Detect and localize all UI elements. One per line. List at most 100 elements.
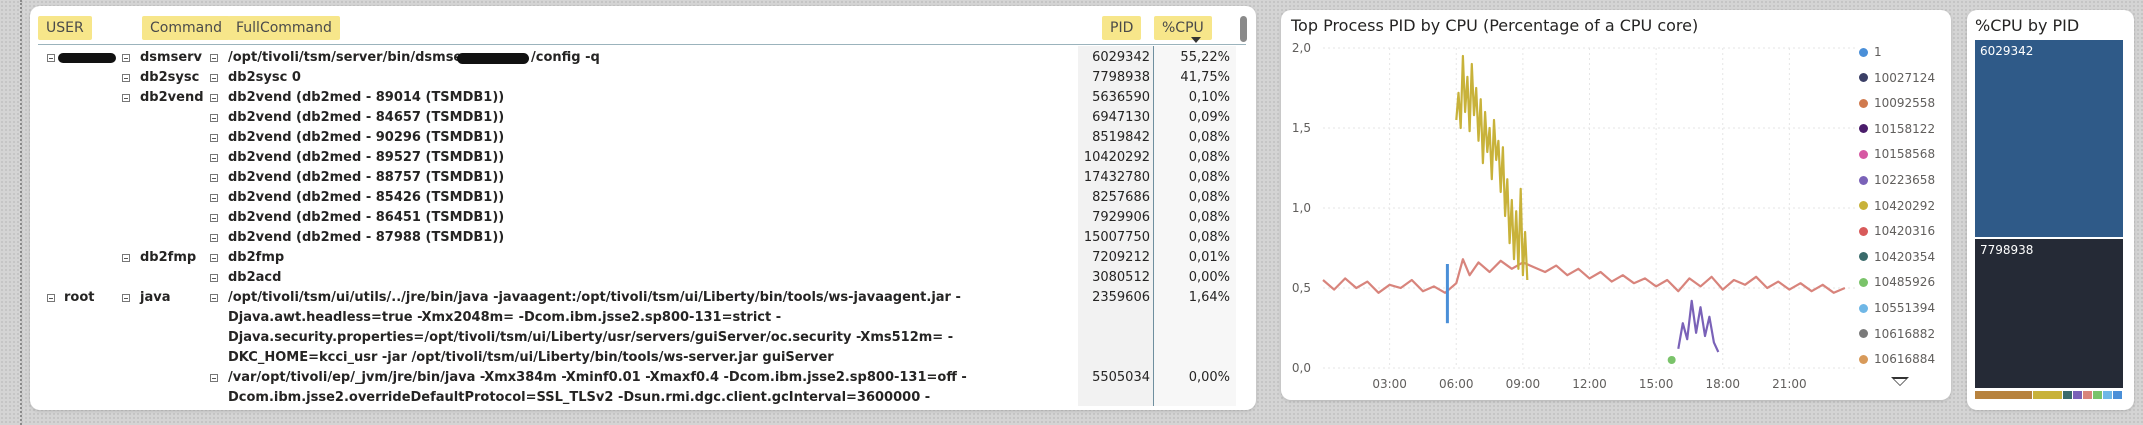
legend-scroll-down-icon[interactable] (1891, 377, 1909, 386)
y-tick-label: 0,0 (1292, 361, 1311, 375)
treemap-small-tile[interactable] (2103, 391, 2112, 399)
treemap-small-tile[interactable] (2073, 391, 2082, 399)
expand-collapse-icon[interactable] (210, 214, 218, 222)
fullcommand-cell: db2vend (db2med - 89014 (TSMDB1)) (228, 90, 505, 105)
column-header-cpu[interactable]: %CPU (1154, 14, 1212, 42)
treemap-small-tile[interactable] (2033, 391, 2062, 399)
treemap-tile[interactable]: 6029342 (1975, 40, 2123, 237)
legend-marker-icon (1859, 329, 1868, 339)
legend-marker-icon (1859, 73, 1868, 83)
vertical-scrollbar[interactable] (1238, 12, 1250, 402)
sort-descending-icon[interactable] (1191, 37, 1201, 43)
scrollbar-thumb[interactable] (1240, 16, 1247, 42)
table-row[interactable]: db2sysc db2sysc 0 7798938 41,75% (30, 68, 1236, 88)
expand-collapse-icon[interactable] (210, 154, 218, 162)
treemap-small-tile[interactable] (1975, 391, 2032, 399)
legend-item[interactable]: 10485926 (1859, 272, 1935, 292)
x-tick-label: 09:00 (1506, 377, 1541, 391)
x-tick-label: 15:00 (1639, 377, 1674, 391)
table-row[interactable]: db2vend (db2med - 89527 (TSMDB1)) 1042029… (30, 148, 1236, 168)
table-row[interactable]: db2vend (db2med - 90296 (TSMDB1)) 8519842… (30, 128, 1236, 148)
expand-collapse-icon[interactable] (47, 54, 55, 62)
legend-marker-icon (1859, 277, 1868, 287)
table-row[interactable]: db2vend (db2med - 85426 (TSMDB1)) 8257686… (30, 188, 1236, 208)
legend-label: 10223658 (1874, 173, 1936, 187)
legend-item[interactable]: 10420316 (1859, 221, 1935, 241)
legend-item[interactable]: 10420292 (1859, 196, 1935, 216)
table-row[interactable]: dsmserv/opt/tivoli/tsm/server/bin/dsmser… (30, 48, 1236, 68)
fullcommand-cell: /opt/tivoli/tsm/ui/utils/../jre/bin/java… (228, 290, 961, 365)
canvas-guide-line (20, 0, 22, 425)
legend-item[interactable]: 10027124 (1859, 68, 1935, 88)
table-row[interactable]: db2fmp db2fmp 7209212 0,01% (30, 248, 1236, 268)
treemap-small-tile[interactable] (2063, 391, 2072, 399)
legend-item[interactable]: 10158568 (1859, 144, 1935, 164)
table-row[interactable]: db2acd 3080512 0,00% (30, 268, 1236, 288)
table-row[interactable]: db2vend (db2med - 88757 (TSMDB1)) 1743278… (30, 168, 1236, 188)
legend-item[interactable]: 10223658 (1859, 170, 1935, 190)
treemap-small-tile[interactable] (2093, 391, 2102, 399)
y-tick-label: 1,5 (1292, 121, 1311, 135)
legend-item[interactable]: 10420354 (1859, 247, 1935, 267)
treemap-tile-label: 6029342 (1980, 44, 2034, 58)
treemap-small-tile[interactable] (2083, 391, 2092, 399)
column-header-fullcommand[interactable]: FullCommand (228, 14, 340, 42)
treemap-small-tile[interactable] (2113, 391, 2122, 399)
expand-collapse-icon[interactable] (210, 194, 218, 202)
table-row[interactable]: db2vend (db2med - 87988 (TSMDB1)) 1500775… (30, 228, 1236, 248)
y-tick-label: 2,0 (1292, 41, 1311, 55)
fullcommand-cell: db2vend (db2med - 84657 (TSMDB1)) (228, 110, 505, 125)
expand-collapse-icon[interactable] (210, 94, 218, 102)
column-header-user[interactable]: USER (38, 14, 92, 42)
fullcommand-cell: db2fmp (228, 250, 285, 265)
legend-item[interactable]: 10092558 (1859, 93, 1935, 113)
expand-collapse-icon[interactable] (210, 254, 218, 262)
legend-item[interactable]: 10616884 (1859, 349, 1935, 369)
expand-collapse-icon[interactable] (122, 254, 130, 262)
legend-marker-icon (1859, 303, 1868, 313)
command-cell: dsmserv (140, 50, 203, 65)
expand-collapse-icon[interactable] (210, 234, 218, 242)
table-row[interactable]: db2vend (db2med - 84657 (TSMDB1)) 6947130… (30, 108, 1236, 128)
column-header-pid[interactable]: PID (1102, 14, 1142, 42)
cpu-cell: 0,08% (1188, 210, 1230, 225)
expand-collapse-icon[interactable] (122, 294, 130, 302)
expand-collapse-icon[interactable] (47, 294, 55, 302)
legend-item[interactable]: 10616882 (1859, 324, 1935, 344)
expand-collapse-icon[interactable] (210, 174, 218, 182)
user-cell: root (64, 290, 95, 305)
expand-collapse-icon[interactable] (210, 54, 218, 62)
column-header-command[interactable]: Command (142, 14, 230, 42)
table-row[interactable]: db2vend (db2med - 86451 (TSMDB1)) 7929906… (30, 208, 1236, 228)
expand-collapse-icon[interactable] (210, 74, 218, 82)
line-chart-plot[interactable]: 0,0 0,5 1,0 1,5 2,0 03:00 06:00 09:00 12:00 15:00… (1281, 10, 1861, 400)
process-matrix-table[interactable]: USER Command FullCommand PID %CPU dsmser… (30, 6, 1256, 410)
series-line-10223658 (1677, 299, 1720, 353)
x-tick-label: 18:00 (1705, 377, 1740, 391)
expand-collapse-icon[interactable] (210, 374, 218, 382)
y-tick-label: 0,5 (1292, 281, 1311, 295)
expand-collapse-icon[interactable] (122, 54, 130, 62)
expand-collapse-icon[interactable] (210, 134, 218, 142)
legend-marker-icon (1859, 47, 1868, 57)
expand-collapse-icon[interactable] (210, 114, 218, 122)
table-row[interactable]: db2vend db2vend (db2med - 89014 (TSMDB1))… (30, 88, 1236, 108)
legend-label: 10485926 (1874, 275, 1936, 290)
legend-item[interactable]: 10551394 (1859, 298, 1935, 318)
x-tick-label: 06:00 (1439, 377, 1474, 391)
pid-cell: 15007750 (1083, 230, 1150, 245)
cpu-line-chart[interactable]: Top Process PID by CPU (Percentage of a … (1281, 10, 1951, 400)
treemap-tile[interactable]: 7798938 (1975, 239, 2123, 388)
expand-collapse-icon[interactable] (122, 94, 130, 102)
expand-collapse-icon[interactable] (210, 274, 218, 282)
legend-item[interactable]: 10158122 (1859, 119, 1935, 139)
cpu-cell: 0,08% (1188, 150, 1230, 165)
x-tick-label: 21:00 (1772, 377, 1807, 391)
legend-label: 10420316 (1874, 224, 1936, 239)
expand-collapse-icon[interactable] (210, 294, 218, 302)
expand-collapse-icon[interactable] (122, 74, 130, 82)
cpu-treemap[interactable]: %CPU by PID 6029342 7798938 (1967, 10, 2134, 410)
legend-item[interactable]: 1 (1859, 42, 1882, 62)
x-tick-label: 03:00 (1372, 377, 1407, 391)
command-cell: java (140, 290, 171, 305)
